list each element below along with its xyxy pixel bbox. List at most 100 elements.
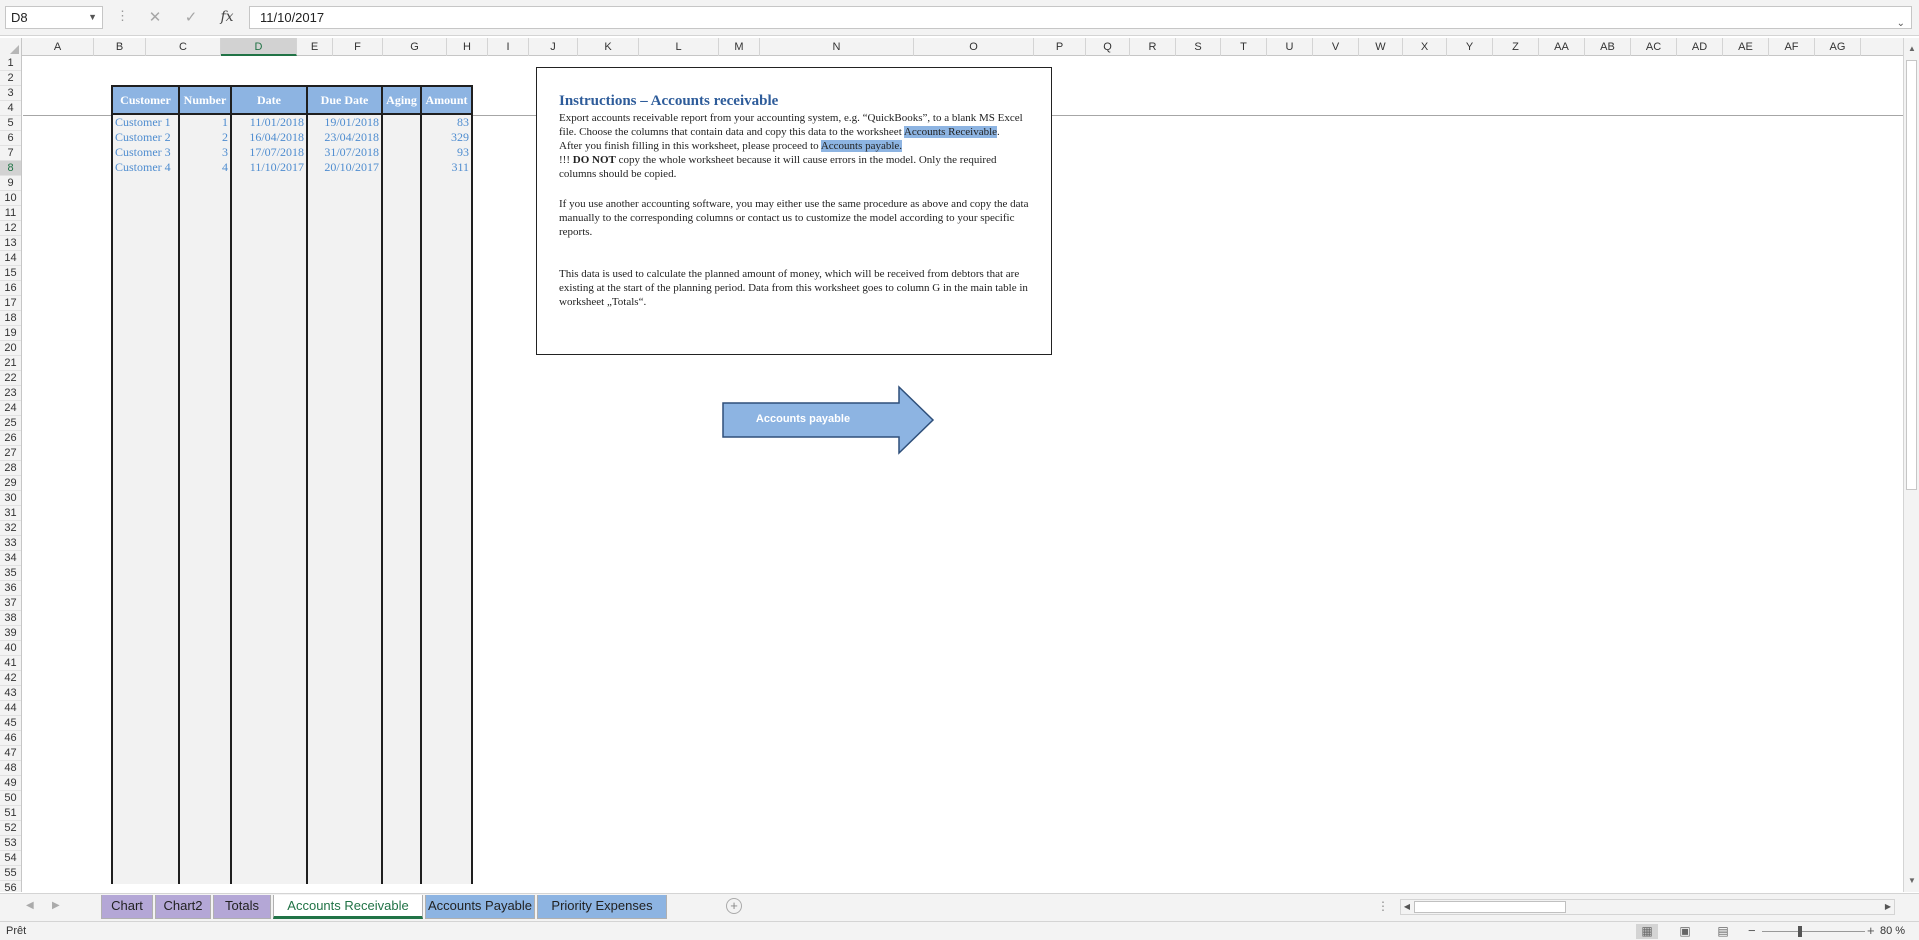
column-header[interactable]: K (578, 38, 639, 56)
sheet-tab[interactable]: Priority Expenses (537, 895, 667, 919)
column-header[interactable]: L (639, 38, 719, 56)
sheet-tab[interactable]: Chart (101, 895, 153, 919)
empty-cell[interactable] (381, 175, 422, 884)
column-header[interactable]: AD (1677, 38, 1723, 56)
enter-icon[interactable]: ✓ (176, 6, 206, 29)
row-header[interactable]: 3 (0, 86, 21, 101)
zoom-slider[interactable] (1762, 931, 1865, 932)
header-aging[interactable]: Aging (381, 85, 422, 115)
zoom-in-icon[interactable]: + (1867, 923, 1875, 938)
row-header[interactable]: 32 (0, 521, 21, 536)
cell-due-date[interactable]: 23/04/2018 (306, 130, 383, 145)
sheet-tab[interactable]: Totals (213, 895, 271, 919)
cancel-icon[interactable]: ✕ (140, 6, 170, 29)
row-header[interactable]: 28 (0, 461, 21, 476)
column-header[interactable]: AA (1539, 38, 1585, 56)
row-header[interactable]: 11 (0, 206, 21, 221)
row-header[interactable]: 30 (0, 491, 21, 506)
row-header[interactable]: 13 (0, 236, 21, 251)
row-header[interactable]: 35 (0, 566, 21, 581)
row-header[interactable]: 45 (0, 716, 21, 731)
cell-customer[interactable]: Customer 3 (111, 145, 180, 160)
column-header[interactable]: F (333, 38, 383, 56)
expand-formula-icon[interactable]: ⌄ (1897, 13, 1905, 34)
vertical-scrollbar[interactable]: ▲ ▼ (1903, 38, 1919, 892)
row-header[interactable]: 5 (0, 116, 21, 131)
horizontal-scrollbar[interactable]: ◀ ▶ (1400, 899, 1895, 915)
row-header[interactable]: 42 (0, 671, 21, 686)
page-break-preview-icon[interactable]: ▤ (1712, 924, 1734, 939)
zoom-slider-thumb[interactable] (1798, 926, 1802, 937)
scroll-down-icon[interactable]: ▼ (1904, 873, 1919, 889)
cell-date[interactable]: 17/07/2018 (230, 145, 308, 160)
column-header[interactable]: P (1034, 38, 1086, 56)
column-header[interactable]: B (94, 38, 146, 56)
cell-number[interactable]: 2 (178, 130, 232, 145)
column-header[interactable]: Q (1086, 38, 1130, 56)
prev-sheet-icon[interactable]: ◀ (26, 900, 34, 911)
row-header[interactable]: 8 (0, 161, 21, 176)
row-header[interactable]: 2 (0, 71, 21, 86)
cell-date[interactable]: 11/10/2017 (230, 160, 308, 175)
row-header[interactable]: 51 (0, 806, 21, 821)
row-header[interactable]: 23 (0, 386, 21, 401)
row-header[interactable]: 15 (0, 266, 21, 281)
row-header[interactable]: 37 (0, 596, 21, 611)
cell-number[interactable]: 4 (178, 160, 232, 175)
cell-aging[interactable] (381, 145, 422, 160)
empty-cell[interactable] (178, 175, 232, 884)
scroll-right-icon[interactable]: ▶ (1882, 900, 1894, 914)
cell-due-date[interactable]: 20/10/2017 (306, 160, 383, 175)
row-header[interactable]: 20 (0, 341, 21, 356)
row-header[interactable]: 4 (0, 101, 21, 116)
page-layout-icon[interactable]: ▣ (1674, 924, 1696, 939)
row-header[interactable]: 31 (0, 506, 21, 521)
cell-customer[interactable]: Customer 4 (111, 160, 180, 175)
row-header[interactable]: 25 (0, 416, 21, 431)
row-header[interactable]: 7 (0, 146, 21, 161)
cell-aging[interactable] (381, 114, 422, 130)
row-header[interactable]: 34 (0, 551, 21, 566)
row-header[interactable]: 22 (0, 371, 21, 386)
column-header[interactable]: O (914, 38, 1034, 56)
cell-amount[interactable]: 311 (420, 160, 473, 175)
column-header[interactable]: E (297, 38, 333, 56)
row-header[interactable]: 56 (0, 881, 21, 892)
column-header[interactable]: V (1313, 38, 1359, 56)
cell-aging[interactable] (381, 130, 422, 145)
row-header[interactable]: 19 (0, 326, 21, 341)
row-header[interactable]: 18 (0, 311, 21, 326)
accounts-receivable-link[interactable]: Accounts Receivable (903, 126, 998, 138)
column-header[interactable]: AG (1815, 38, 1861, 56)
formula-input[interactable]: 11/10/2017 ⌄ (249, 6, 1912, 29)
column-header[interactable]: C (146, 38, 221, 56)
cell-number[interactable]: 3 (178, 145, 232, 160)
column-header[interactable]: AE (1723, 38, 1769, 56)
row-header[interactable]: 44 (0, 701, 21, 716)
row-header[interactable]: 6 (0, 131, 21, 146)
column-header[interactable]: D (221, 38, 297, 56)
column-header[interactable]: N (760, 38, 914, 56)
tab-splitter-icon[interactable]: ⋮ (1377, 899, 1389, 913)
cell-amount[interactable]: 329 (420, 130, 473, 145)
row-header[interactable]: 33 (0, 536, 21, 551)
row-header[interactable]: 53 (0, 836, 21, 851)
column-header[interactable]: S (1176, 38, 1221, 56)
row-header[interactable]: 16 (0, 281, 21, 296)
cell-date[interactable]: 11/01/2018 (230, 114, 308, 130)
column-header[interactable]: T (1221, 38, 1267, 56)
row-header[interactable]: 41 (0, 656, 21, 671)
row-header[interactable]: 47 (0, 746, 21, 761)
header-amount[interactable]: Amount (420, 85, 473, 115)
cell-amount[interactable]: 93 (420, 145, 473, 160)
column-header[interactable]: W (1359, 38, 1403, 56)
column-header[interactable]: AF (1769, 38, 1815, 56)
horizontal-scroll-thumb[interactable] (1414, 901, 1566, 913)
column-header[interactable]: Z (1493, 38, 1539, 56)
next-sheet-icon[interactable]: ▶ (52, 900, 60, 911)
column-header[interactable]: J (529, 38, 578, 56)
sheet-tab[interactable]: Chart2 (155, 895, 211, 919)
header-date[interactable]: Date (230, 85, 308, 115)
row-header[interactable]: 48 (0, 761, 21, 776)
row-header[interactable]: 27 (0, 446, 21, 461)
